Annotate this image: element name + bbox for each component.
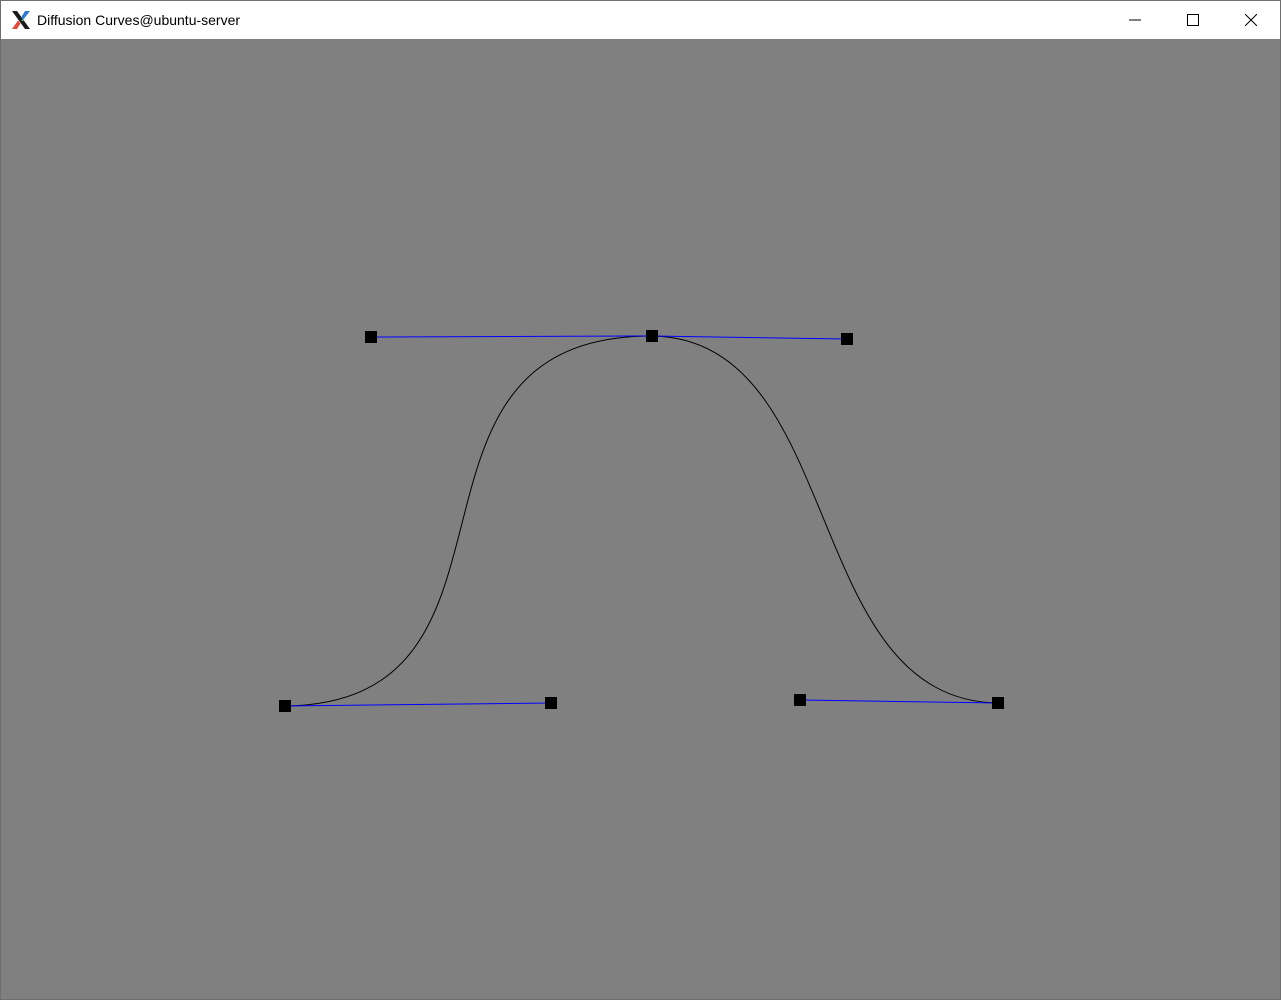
title-bar[interactable]: Diffusion Curves@ubuntu-server [1,1,1280,39]
control-point-anchor[interactable] [646,330,658,342]
minimize-icon [1129,19,1141,21]
x-window-system-icon [10,9,32,31]
control-point-anchor[interactable] [992,697,1004,709]
diffusion-curve-left-segment[interactable] [284,335,653,707]
close-button[interactable] [1222,1,1280,39]
close-icon [1245,14,1257,26]
control-point-handle[interactable] [365,331,377,343]
handle-line-bottom-left [284,702,552,707]
handle-line-bottom-right [799,699,999,704]
window-controls [1106,1,1280,39]
minimize-button[interactable] [1106,1,1164,39]
diffusion-curve-right-segment[interactable] [651,335,999,704]
drawing-canvas[interactable] [1,39,1280,999]
handle-line-top-right [651,335,848,340]
maximize-icon [1187,14,1199,26]
canvas-svg[interactable] [1,39,1280,999]
application-window: Diffusion Curves@ubuntu-server [0,0,1281,1000]
control-point-handle[interactable] [841,333,853,345]
control-point-handle[interactable] [545,697,557,709]
handle-line-top-left [370,335,653,338]
window-title: Diffusion Curves@ubuntu-server [37,12,241,28]
control-point-anchor[interactable] [279,700,291,712]
maximize-button[interactable] [1164,1,1222,39]
control-point-handle[interactable] [794,694,806,706]
